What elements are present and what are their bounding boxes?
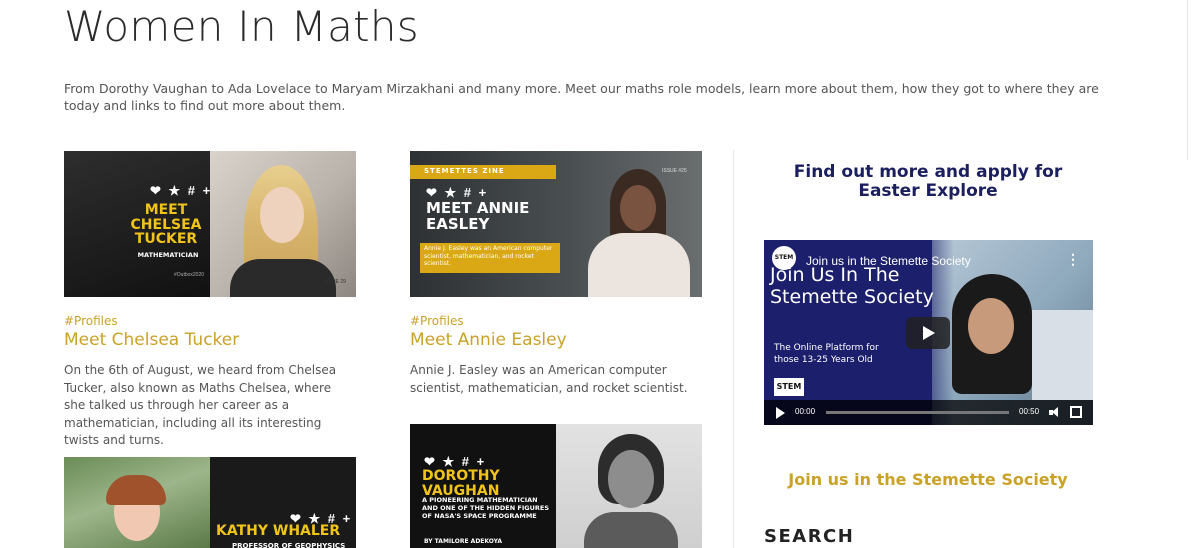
photo — [64, 457, 210, 548]
control-play-icon[interactable] — [776, 407, 785, 419]
article-title-link[interactable]: Meet Chelsea Tucker — [64, 330, 356, 350]
scrollbar[interactable] — [1187, 0, 1200, 160]
progress-bar[interactable] — [826, 411, 1009, 414]
total-time: 00:50 — [1019, 407, 1040, 416]
person-hair — [106, 475, 166, 505]
thumbnail-role: MATHEMATICIAN — [137, 251, 199, 259]
article-thumbnail[interactable]: ❤ ★ # + KATHY WHALER PROFESSOR OF GEOPHY… — [64, 457, 356, 548]
article-title-link[interactable]: Meet Annie Easley — [410, 330, 702, 350]
symbols-icon: ❤ ★ # + — [150, 183, 213, 198]
play-icon — [923, 326, 935, 340]
video-player[interactable]: STEM Join us in the Stemette Society ⋮ J… — [764, 240, 1093, 425]
thumbnail-hashtag: #Outbox2020 — [174, 272, 205, 278]
article-thumbnail[interactable]: ❤ ★ # + MEET CHELSEA TUCKER MATHEMATICIA… — [64, 151, 356, 297]
person-jacket — [588, 233, 690, 297]
person-face — [620, 185, 656, 231]
thumbnail-headline: MEET CHELSEA TUCKER — [130, 202, 202, 248]
background-shape — [1032, 310, 1093, 400]
photo — [210, 151, 356, 297]
category-tag[interactable]: #Profiles — [64, 314, 356, 328]
search-heading: SEARCH — [764, 526, 855, 547]
article-excerpt: On the 6th of August, we heard from Chel… — [64, 363, 337, 447]
thumbnail-byline: BY TAMILORE ADEKOYA — [424, 538, 503, 545]
thumbnail-issue: ISSUE #25 — [662, 168, 687, 174]
page-intro: From Dorothy Vaughan to Ada Lovelace to … — [64, 81, 1099, 113]
thumbnail-role: PROFESSOR OF GEOPHYSICS — [232, 542, 346, 548]
article-card[interactable]: ❤ ★ # + KATHY WHALER PROFESSOR OF GEOPHY… — [64, 457, 356, 548]
person-face — [608, 450, 654, 508]
video-overlay-subtext: The Online Platform for those 13-25 Year… — [774, 343, 879, 365]
zine-label: STEMETTES ZINE — [424, 167, 505, 175]
volume-icon[interactable] — [1049, 407, 1061, 418]
thumbnail-blurb: A PIONEERING MATHEMATICIAN AND ONE OF TH… — [422, 496, 549, 520]
more-options-icon[interactable]: ⋮ — [1066, 252, 1080, 266]
thumbnail-issue: ISSUE 29 — [324, 279, 346, 285]
article-thumbnail[interactable]: ❤ ★ # + DOROTHY VAUGHAN A PIONEERING MAT… — [410, 424, 702, 548]
stemette-society-link[interactable]: Join us in the Stemette Society — [764, 470, 1092, 489]
current-time: 00:00 — [795, 407, 816, 416]
person-top — [230, 259, 336, 297]
thumbnail-headline: DOROTHY VAUGHAN — [422, 468, 500, 499]
sidebar-heading[interactable]: Find out more and apply for Easter Explo… — [764, 163, 1092, 201]
video-overlay-text: Join Us In The Stemette Society — [770, 264, 934, 308]
article-card[interactable]: STEMETTES ZINE ISSUE #25 ❤ ★ # + MEET AN… — [410, 151, 702, 397]
video-controls: 00:00 00:50 — [764, 400, 1093, 425]
fullscreen-icon[interactable] — [1070, 406, 1082, 418]
page-title: Women In Maths — [64, 2, 419, 51]
article-card[interactable]: ❤ ★ # + DOROTHY VAUGHAN A PIONEERING MAT… — [410, 424, 702, 548]
play-button[interactable] — [906, 317, 950, 349]
thumbnail-blurb: Annie J. Easley was an American computer… — [424, 245, 553, 267]
sidebar-divider — [733, 150, 734, 548]
thumbnail-headline: KATHY WHALER — [216, 523, 341, 539]
thumbnail-headline: MEET ANNIE EASLEY — [426, 199, 530, 233]
photo — [556, 424, 702, 548]
stem-badge: STEM — [774, 378, 804, 396]
article-card[interactable]: ❤ ★ # + MEET CHELSEA TUCKER MATHEMATICIA… — [64, 151, 356, 450]
article-thumbnail[interactable]: STEMETTES ZINE ISSUE #25 ❤ ★ # + MEET AN… — [410, 151, 702, 297]
article-excerpt: Annie J. Easley was an American computer… — [410, 363, 688, 395]
category-tag[interactable]: #Profiles — [410, 314, 702, 328]
person-top — [584, 512, 678, 548]
person-face — [968, 298, 1014, 354]
person-face — [260, 187, 304, 243]
